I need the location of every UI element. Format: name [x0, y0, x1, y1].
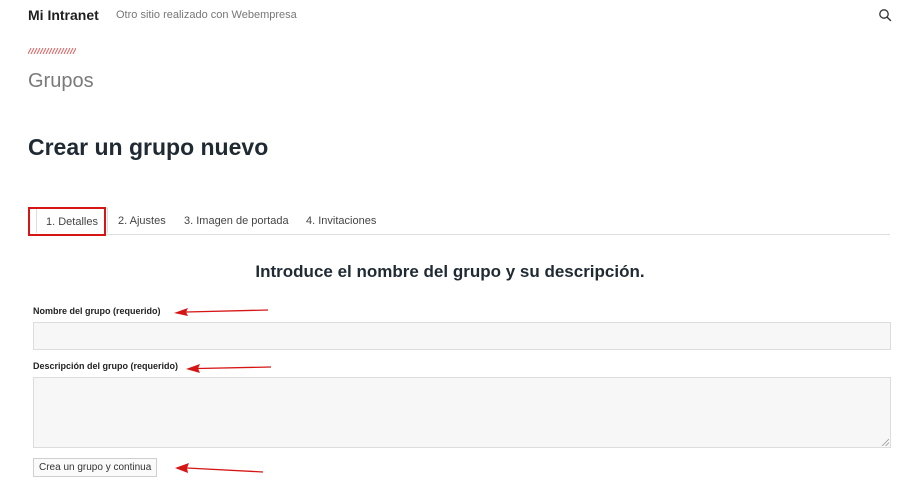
- group-description-label: Descripción del grupo (requerido): [33, 361, 179, 371]
- decorative-stripes: [28, 48, 76, 54]
- create-group-button[interactable]: Crea un grupo y continua: [33, 458, 158, 477]
- group-name-label: Nombre del grupo (requerido): [33, 306, 161, 316]
- annotation-highlight-box: [28, 207, 106, 236]
- search-icon[interactable]: [878, 8, 892, 22]
- resize-grip-icon[interactable]: [881, 438, 889, 446]
- annotation-arrow-icon: [174, 308, 269, 316]
- group-name-input[interactable]: [33, 322, 891, 350]
- group-description-input[interactable]: [33, 377, 891, 448]
- site-tagline: Otro sitio realizado con Webempresa: [116, 9, 297, 21]
- wizard-tabs: 1. Detalles 2. Ajustes 3. Imagen de port…: [28, 208, 890, 235]
- site-title[interactable]: Mi Intranet: [28, 7, 99, 23]
- tab-invitations[interactable]: 4. Invitaciones: [306, 208, 376, 232]
- annotation-arrow-icon: [175, 463, 264, 473]
- tab-settings[interactable]: 2. Ajustes: [118, 208, 166, 232]
- annotation-arrow-icon: [186, 364, 272, 373]
- create-group-title: Crear un grupo nuevo: [28, 134, 269, 160]
- form-heading: Introduce el nombre del grupo y su descr…: [255, 262, 645, 281]
- tab-cover-image[interactable]: 3. Imagen de portada: [184, 208, 289, 232]
- page-heading: Grupos: [28, 70, 94, 92]
